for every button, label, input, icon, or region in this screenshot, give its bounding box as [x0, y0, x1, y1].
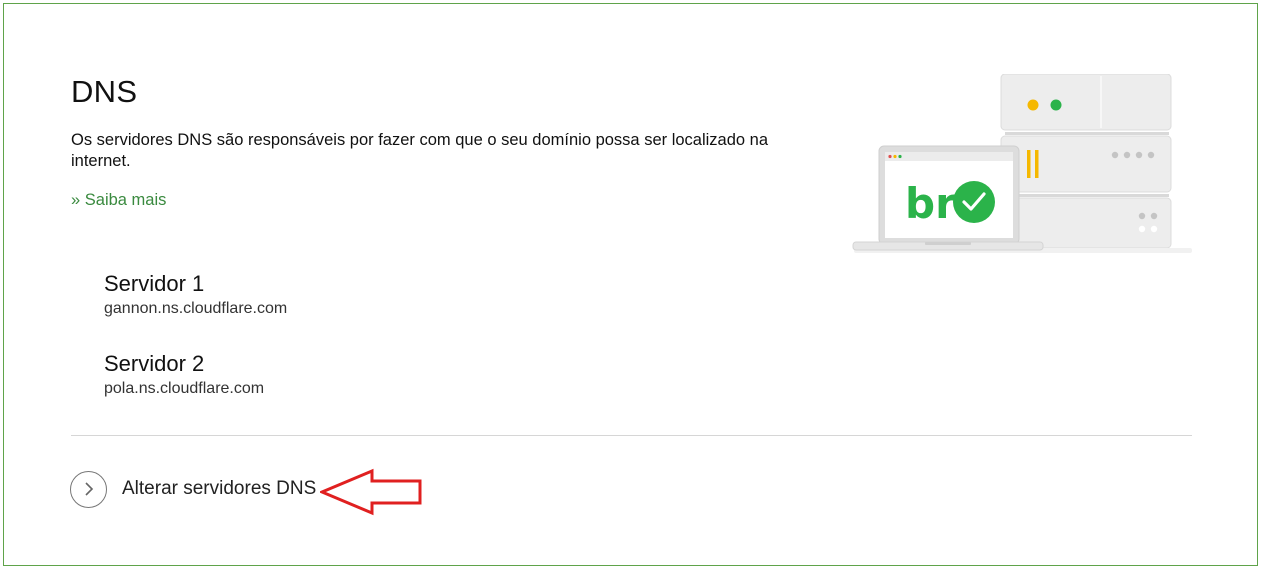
change-dns-label: Alterar servidores DNS	[122, 478, 317, 499]
server-1: Servidor 1 gannon.ns.cloudflare.com	[104, 271, 287, 318]
learn-more-link[interactable]: » Saiba mais	[71, 191, 166, 210]
dns-description: Os servidores DNS são responsáveis por f…	[71, 131, 769, 170]
chevron-right-icon	[70, 470, 107, 508]
server-2-name: Servidor 2	[104, 351, 205, 376]
br-logo: br	[905, 179, 956, 228]
server-1-host: gannon.ns.cloudflare.com	[104, 300, 288, 317]
server-2-host: pola.ns.cloudflare.com	[104, 380, 265, 397]
change-dns-button[interactable]: Alterar servidores DNS	[70, 470, 316, 508]
dns-illustration: br	[852, 74, 1192, 253]
annotation-arrow-icon	[320, 468, 422, 516]
divider	[71, 435, 1192, 436]
check-icon	[953, 181, 995, 223]
server-1-name: Servidor 1	[104, 271, 205, 296]
dns-card: DNS Os servidores DNS são responsáveis p…	[3, 3, 1258, 566]
page-title: DNS	[71, 74, 138, 109]
server-2: Servidor 2 pola.ns.cloudflare.com	[104, 351, 264, 398]
